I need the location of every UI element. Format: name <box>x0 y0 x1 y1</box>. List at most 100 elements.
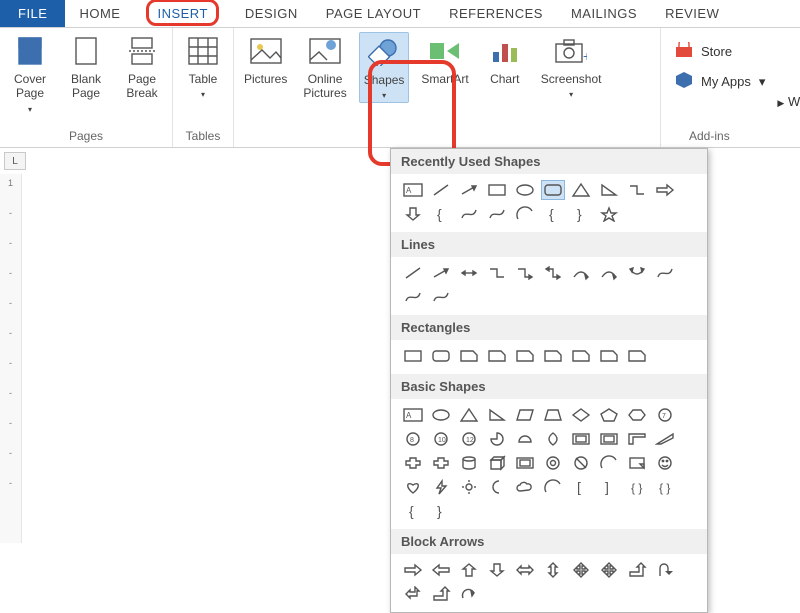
shape-line[interactable] <box>429 180 453 200</box>
shape-uturn[interactable] <box>653 560 677 580</box>
shape-sun[interactable] <box>457 477 481 497</box>
shape-elbow[interactable] <box>485 263 509 283</box>
online-pictures-button[interactable]: Online Pictures <box>299 32 350 103</box>
shape-star[interactable] <box>597 204 621 224</box>
blank-page-button[interactable]: Blank Page <box>62 32 110 103</box>
shape-cloud[interactable] <box>513 477 537 497</box>
shapes-button[interactable]: Shapes ▾ <box>359 32 410 103</box>
shape-bevel[interactable] <box>513 453 537 473</box>
shape-pie[interactable] <box>485 429 509 449</box>
shape-elbow-arrow[interactable] <box>513 263 537 283</box>
tab-insert[interactable]: INSERT <box>134 0 230 27</box>
shape-triangle[interactable] <box>457 405 481 425</box>
shape-up[interactable] <box>457 560 481 580</box>
shape-down-arrow[interactable] <box>401 204 425 224</box>
tab-design[interactable]: DESIGN <box>231 0 312 27</box>
shape-L-shape[interactable] <box>625 429 649 449</box>
shape-no-symbol[interactable] <box>569 453 593 473</box>
shape-cube[interactable] <box>485 453 509 473</box>
shape-decagon[interactable]: 10 <box>429 429 453 449</box>
shape-smiley[interactable] <box>653 453 677 473</box>
tab-home[interactable]: HOME <box>65 0 134 27</box>
shape-octagon[interactable]: 8 <box>401 429 425 449</box>
tab-selector[interactable]: L <box>4 152 26 170</box>
shape-rect[interactable] <box>401 346 425 366</box>
shape-bent[interactable] <box>625 560 649 580</box>
shape-diag-stripe[interactable] <box>653 429 677 449</box>
shape-rectangle[interactable] <box>485 180 509 200</box>
shape-heart[interactable] <box>401 477 425 497</box>
shape-right[interactable] <box>401 560 425 580</box>
shape-text-box[interactable]: A <box>401 405 425 425</box>
shape-half-round[interactable] <box>625 346 649 366</box>
shape-parallelogram[interactable] <box>513 405 537 425</box>
shape-quad[interactable] <box>569 560 593 580</box>
shape-frame[interactable] <box>569 429 593 449</box>
shape-folded-corner[interactable] <box>625 453 649 473</box>
shape-snip1[interactable] <box>457 346 481 366</box>
table-button[interactable]: Table ▾ <box>179 32 227 101</box>
shape-rounded-rect[interactable] <box>541 180 565 200</box>
tab-references[interactable]: REFERENCES <box>435 0 557 27</box>
shape-left-brace[interactable]: { <box>401 501 425 521</box>
shape-right-arrow[interactable] <box>653 180 677 200</box>
shape-round1[interactable] <box>541 346 565 366</box>
shape-arc[interactable] <box>597 453 621 473</box>
chart-button[interactable]: Chart <box>481 32 529 88</box>
shape-dodecagon[interactable]: 12 <box>457 429 481 449</box>
shape-triangle[interactable] <box>569 180 593 200</box>
shape-oval[interactable] <box>429 405 453 425</box>
shape-left-right[interactable] <box>513 560 537 580</box>
shape-right-brace[interactable]: } <box>569 204 593 224</box>
shape-right-triangle[interactable] <box>597 180 621 200</box>
shape-bent-up[interactable] <box>429 584 453 604</box>
cover-page-button[interactable]: Cover Page ▾ <box>6 32 54 116</box>
shape-trapezoid[interactable] <box>541 405 565 425</box>
shape-elbow-double[interactable] <box>541 263 565 283</box>
wikipedia-button[interactable]: ▶ Wil <box>777 94 800 109</box>
shape-curve[interactable] <box>457 204 481 224</box>
shape-text-box[interactable]: A <box>401 180 425 200</box>
shape-line-arrow[interactable] <box>457 180 481 200</box>
shape-down[interactable] <box>485 560 509 580</box>
shape-cross[interactable] <box>401 453 425 473</box>
shape-3way[interactable] <box>597 560 621 580</box>
shape-diamond[interactable] <box>569 405 593 425</box>
shape-moon[interactable] <box>485 477 509 497</box>
shape-bracket2[interactable]: ] <box>597 477 621 497</box>
shape-left-up[interactable] <box>401 584 425 604</box>
shape-up-down[interactable] <box>541 560 565 580</box>
screenshot-button[interactable]: + Screenshot ▾ <box>537 32 606 101</box>
shape-bracket1[interactable]: [ <box>569 477 593 497</box>
store-button[interactable]: Store <box>675 42 794 61</box>
tab-page-layout[interactable]: PAGE LAYOUT <box>312 0 435 27</box>
page-break-button[interactable]: Page Break <box>118 32 166 103</box>
shape-pentagon[interactable] <box>597 405 621 425</box>
my-apps-button[interactable]: My Apps ▾ <box>675 71 794 92</box>
shape-brace1[interactable]: { } <box>625 477 649 497</box>
shape-curved-r[interactable] <box>457 584 481 604</box>
shape-can[interactable] <box>457 453 481 473</box>
shape-freeform[interactable] <box>485 204 509 224</box>
shape-half-frame[interactable] <box>597 429 621 449</box>
shape-arc2[interactable] <box>541 477 565 497</box>
shape-round2[interactable] <box>569 346 593 366</box>
pictures-button[interactable]: Pictures <box>240 32 291 88</box>
shape-round-diag[interactable] <box>597 346 621 366</box>
shape-scribble3[interactable] <box>429 287 453 307</box>
shape-chord[interactable] <box>513 429 537 449</box>
shape-curve-conn[interactable] <box>569 263 593 283</box>
shape-line[interactable] <box>401 263 425 283</box>
shape-scribble2[interactable] <box>401 287 425 307</box>
shape-scribble1[interactable] <box>653 263 677 283</box>
shape-heptagon[interactable]: 7 <box>653 405 677 425</box>
shape-donut[interactable] <box>541 453 565 473</box>
shape-elbow[interactable] <box>625 180 649 200</box>
shape-curve-arrow[interactable] <box>597 263 621 283</box>
shape-brace2[interactable]: { } <box>653 477 677 497</box>
shape-curve-double[interactable] <box>625 263 649 283</box>
shape-plaque[interactable] <box>429 453 453 473</box>
shape-arc[interactable] <box>513 204 537 224</box>
shape-right-triangle[interactable] <box>485 405 509 425</box>
shape-line-arrow[interactable] <box>429 263 453 283</box>
